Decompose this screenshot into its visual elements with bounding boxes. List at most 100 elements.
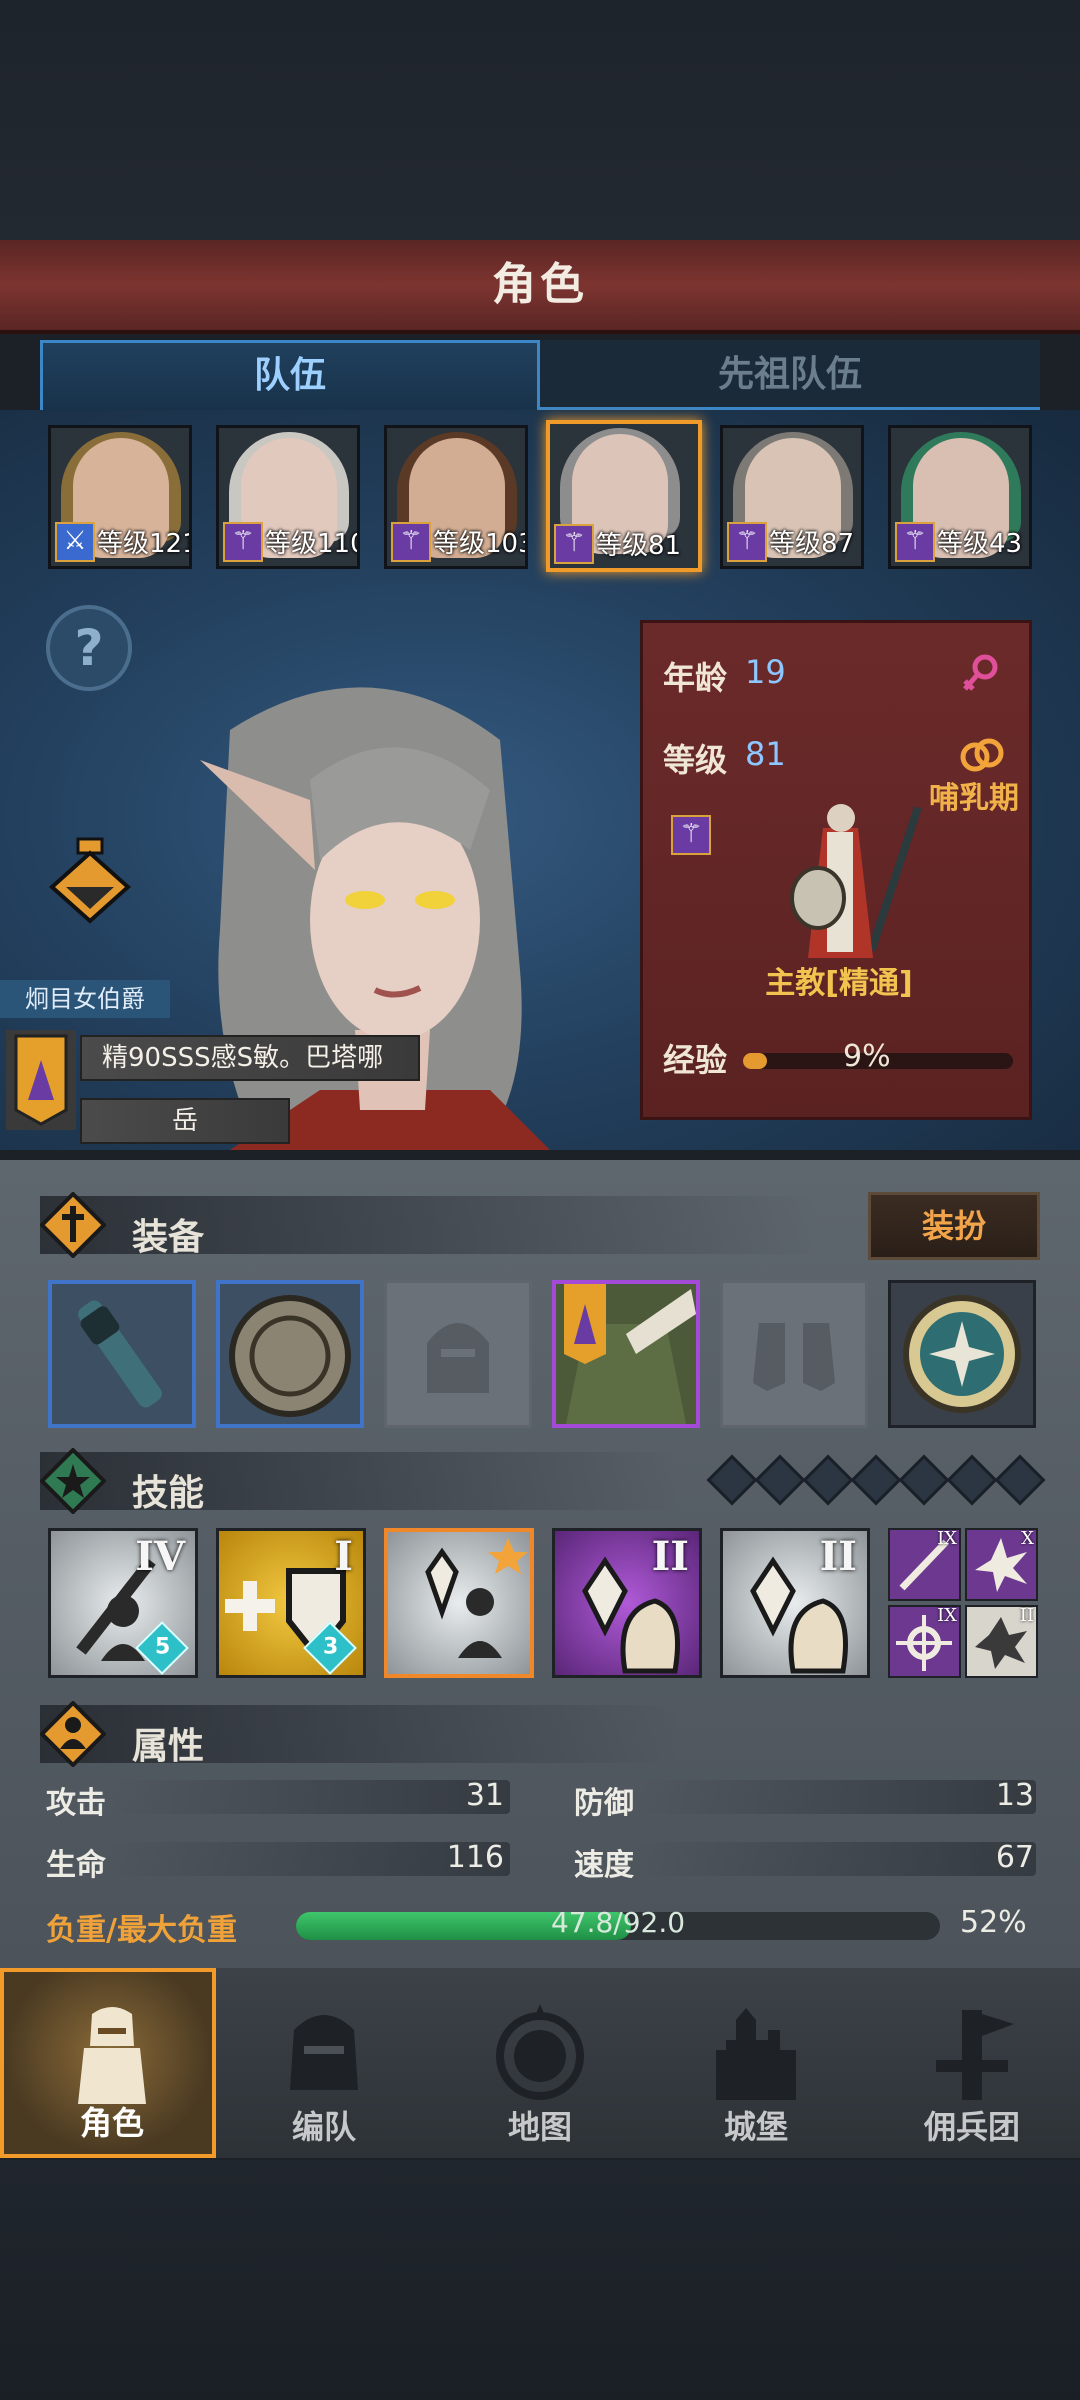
party-level: 等级110 <box>265 529 360 559</box>
party-slot[interactable]: ⚚ 等级110 <box>216 425 360 569</box>
level-value: 81 <box>745 735 786 773</box>
party-slot[interactable]: ⚚ 等级87 <box>720 425 864 569</box>
party-level: 等级81 <box>596 531 682 561</box>
age-label: 年龄 <box>663 659 728 697</box>
armor-icon <box>556 1284 696 1424</box>
staff-class-icon: ⚚ <box>554 524 594 564</box>
class-figure <box>790 804 922 958</box>
skill-rank: IX <box>937 1605 957 1626</box>
equip-slot-accessory[interactable] <box>888 1280 1036 1428</box>
party-level: 等级103 <box>433 529 528 559</box>
hp-value: 116 <box>446 1840 504 1875</box>
crystal-prayer-icon <box>425 1538 528 1658</box>
nav-map[interactable]: 地图 <box>432 1968 648 2158</box>
skill-rank: X <box>1021 1528 1034 1549</box>
staff-class-icon: ⚚ <box>895 522 935 562</box>
nav-character[interactable]: 角色 <box>0 1968 216 2158</box>
mini-skill-slot[interactable]: IX <box>888 1605 961 1678</box>
nav-label: 佣兵团 <box>923 2108 1020 2146</box>
speed-value: 67 <box>995 1840 1034 1875</box>
equip-slot-shield[interactable] <box>216 1280 364 1428</box>
trait-plate: 精90SSS感S敏。巴塔哪 <box>80 1035 420 1081</box>
skill-slot[interactable]: I 3 <box>216 1528 366 1678</box>
equip-slot-boots[interactable] <box>720 1280 868 1428</box>
exp-bar-fill <box>743 1053 768 1069</box>
exp-percent: 9% <box>843 1039 891 1074</box>
star-icon <box>40 1448 106 1514</box>
skill-slot[interactable]: IV 5 <box>48 1528 198 1678</box>
shield-icon <box>229 1295 351 1417</box>
helmet-icon <box>427 1323 489 1393</box>
page-title: 角色 <box>492 259 588 310</box>
attributes-title: 属性 <box>132 1726 205 1767</box>
equip-slot-weapon[interactable] <box>48 1280 196 1428</box>
mini-skill-slot[interactable]: II <box>965 1605 1038 1678</box>
nav-label: 城堡 <box>723 2108 788 2146</box>
nav-label: 编队 <box>291 2108 356 2146</box>
tab-ancestor-team[interactable]: 先祖队伍 <box>540 340 1040 410</box>
party-level: 等级121 <box>97 529 192 559</box>
skill-rank: IX <box>937 1528 957 1549</box>
mace-icon <box>78 1300 162 1408</box>
party-slot[interactable]: ⚚ 等级103 <box>384 425 528 569</box>
nav-castle[interactable]: 城堡 <box>648 1968 864 2158</box>
hero-stats-card: 年龄 19 等级 81 哺乳期 ⚚ 主教[精通] 经验 9% <box>640 620 1032 1120</box>
party-level: 等级87 <box>769 529 855 559</box>
skills-title: 技能 <box>132 1473 205 1514</box>
mini-skill-slot[interactable]: X <box>965 1528 1038 1601</box>
nav-label: 地图 <box>507 2108 572 2146</box>
speed-label: 速度 <box>574 1848 634 1883</box>
defense-label: 防御 <box>574 1786 634 1821</box>
party-slot[interactable]: ⚔ 等级121 <box>48 425 192 569</box>
party-level: 等级43 <box>937 529 1023 559</box>
staff-class-icon: ⚚ <box>391 522 431 562</box>
sword-icon <box>40 1192 106 1258</box>
party-slot[interactable]: ⚚ 等级43 <box>888 425 1032 569</box>
skill-slot[interactable] <box>384 1528 534 1678</box>
equipment-title: 装备 <box>132 1217 205 1258</box>
load-value: 47.8/92.0 <box>550 1906 686 1939</box>
noble-title: 炯目女伯爵 <box>0 980 170 1018</box>
tab-team[interactable]: 队伍 <box>40 340 540 410</box>
boots-icon <box>753 1323 835 1391</box>
nav-mercenary[interactable]: 佣兵团 <box>864 1968 1080 2158</box>
staff-class-icon: ⚚ <box>671 815 711 855</box>
equip-slot-armor[interactable] <box>552 1280 700 1428</box>
castle-icon <box>716 2008 796 2100</box>
mini-skill-slot[interactable]: IX <box>888 1528 961 1601</box>
helmet-group-icon <box>290 2015 358 2090</box>
female-icon <box>963 654 998 691</box>
load-label: 负重/最大负重 <box>46 1913 237 1948</box>
skill-rank: IV <box>135 1533 185 1580</box>
life-stage: 哺乳期 <box>929 781 1019 816</box>
age-value: 19 <box>745 653 786 691</box>
compass-map-icon <box>496 2004 584 2100</box>
party-slot-selected[interactable]: ⚚ 等级81 <box>546 420 702 572</box>
skill-slot[interactable]: II <box>720 1528 870 1678</box>
flag-tower-icon <box>936 2010 1014 2100</box>
hp-label: 生命 <box>46 1848 106 1883</box>
top-letterbox <box>0 0 1080 240</box>
load-percent: 52% <box>960 1905 1027 1940</box>
dress-up-button[interactable]: 装扮 <box>868 1192 1040 1260</box>
bottom-letterbox <box>0 2160 1080 2400</box>
skill-slot[interactable]: II <box>552 1528 702 1678</box>
help-button[interactable]: ? <box>46 605 132 691</box>
class-name: 主教[精通] <box>765 966 913 1001</box>
skill-rank: II <box>819 1533 857 1580</box>
ring-icon <box>960 738 1004 772</box>
equip-slot-helmet[interactable] <box>384 1280 532 1428</box>
trait-plate-secondary: 岳 <box>80 1098 290 1144</box>
person-icon <box>40 1701 106 1767</box>
attack-value: 31 <box>465 1778 504 1813</box>
nav-formation[interactable]: 编队 <box>216 1968 432 2158</box>
staff-class-icon: ⚚ <box>223 522 263 562</box>
skill-rank: II <box>1019 1605 1034 1626</box>
skill-rank: II <box>651 1533 689 1580</box>
level-label: 等级 <box>663 741 728 779</box>
medallion-icon <box>903 1295 1021 1413</box>
exp-label: 经验 <box>663 1041 728 1079</box>
potion-icon[interactable] <box>48 835 132 925</box>
skill-rank: I <box>334 1533 353 1580</box>
defense-value: 13 <box>995 1778 1034 1813</box>
